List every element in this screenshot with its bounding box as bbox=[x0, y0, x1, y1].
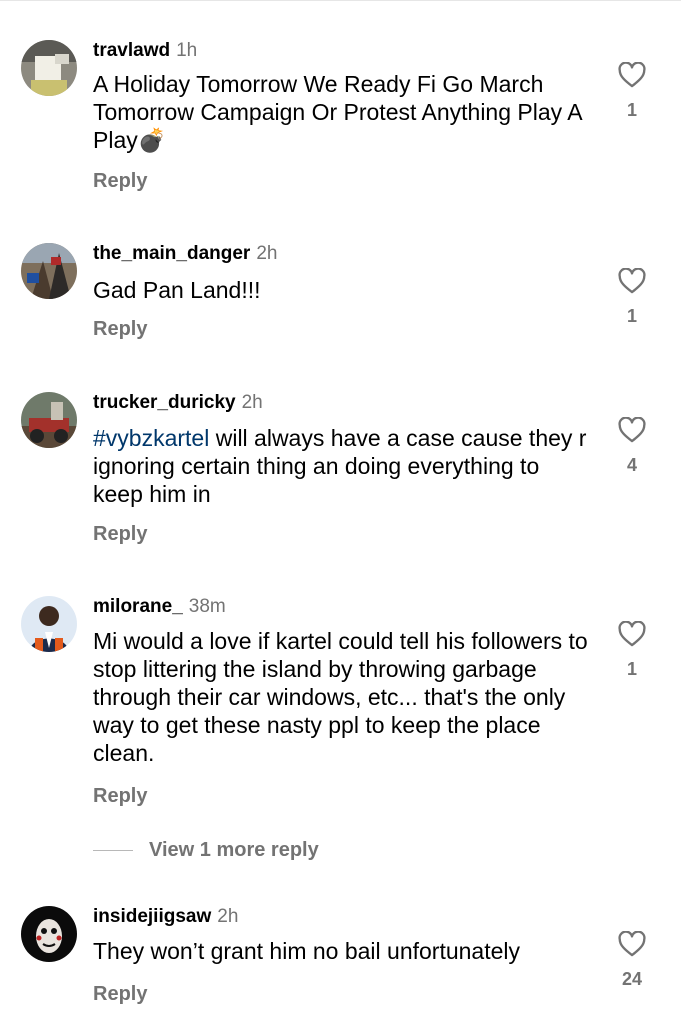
comment-meta: trucker_duricky 2h bbox=[93, 392, 263, 414]
comment-text: Mi would a love if kartel could tell his… bbox=[93, 628, 588, 766]
timestamp: 38m bbox=[188, 596, 226, 617]
like-count: 1 bbox=[626, 659, 637, 679]
username[interactable]: insidejiigsaw bbox=[93, 906, 211, 927]
avatar[interactable] bbox=[21, 392, 77, 448]
like-count: 24 bbox=[621, 969, 643, 989]
heart-outline-icon[interactable] bbox=[610, 931, 654, 957]
reply-button[interactable]: Reply bbox=[93, 523, 147, 546]
comment-meta: milorane_ 38m bbox=[93, 596, 226, 618]
avatar[interactable] bbox=[21, 906, 77, 962]
like-count: 1 bbox=[626, 306, 637, 326]
comment-meta: insidejiigsaw 2h bbox=[93, 906, 238, 928]
comment-text: Gad Pan Land!!! bbox=[93, 277, 261, 303]
like-control: 1 bbox=[610, 621, 654, 680]
hashtag-link[interactable]: #vybzkartel bbox=[93, 425, 209, 451]
reply-button[interactable]: Reply bbox=[93, 983, 147, 1006]
avatar[interactable] bbox=[21, 40, 77, 96]
comment-text: They won’t grant him no bail unfortunate… bbox=[93, 938, 521, 964]
reply-button[interactable]: Reply bbox=[93, 318, 147, 341]
username[interactable]: the_main_danger bbox=[93, 243, 250, 264]
avatar[interactable] bbox=[21, 596, 77, 652]
reply-button[interactable]: Reply bbox=[93, 785, 147, 808]
like-count: 4 bbox=[626, 455, 637, 475]
heart-outline-icon[interactable] bbox=[610, 268, 654, 294]
username[interactable]: trucker_duricky bbox=[93, 392, 236, 413]
view-more-replies-label[interactable]: View 1 more reply bbox=[149, 839, 319, 862]
username[interactable]: milorane_ bbox=[93, 596, 183, 617]
top-divider bbox=[0, 0, 681, 1]
comment-meta: the_main_danger 2h bbox=[93, 243, 277, 265]
like-control: 1 bbox=[610, 62, 654, 121]
timestamp: 2h bbox=[256, 243, 278, 264]
timestamp: 2h bbox=[241, 392, 263, 413]
comment-text: A Holiday Tomorrow We Ready Fi Go March … bbox=[93, 70, 593, 154]
like-count: 1 bbox=[626, 100, 637, 120]
like-control: 1 bbox=[610, 268, 654, 327]
like-control: 4 bbox=[610, 417, 654, 476]
heart-outline-icon[interactable] bbox=[610, 621, 654, 647]
heart-outline-icon[interactable] bbox=[610, 417, 654, 443]
view-more-divider bbox=[93, 849, 133, 851]
timestamp: 1h bbox=[176, 40, 198, 61]
bomb-emoji: 💣 bbox=[137, 127, 167, 153]
username[interactable]: travlawd bbox=[93, 40, 170, 61]
heart-outline-icon[interactable] bbox=[610, 62, 654, 88]
comment-text: #vybzkartel will always have a case caus… bbox=[93, 424, 593, 508]
like-control: 24 bbox=[610, 931, 654, 990]
view-more-replies[interactable]: View 1 more reply bbox=[93, 835, 319, 865]
timestamp: 2h bbox=[217, 906, 239, 927]
reply-button[interactable]: Reply bbox=[93, 170, 147, 193]
avatar[interactable] bbox=[21, 243, 77, 299]
comment-meta: travlawd 1h bbox=[93, 40, 197, 62]
